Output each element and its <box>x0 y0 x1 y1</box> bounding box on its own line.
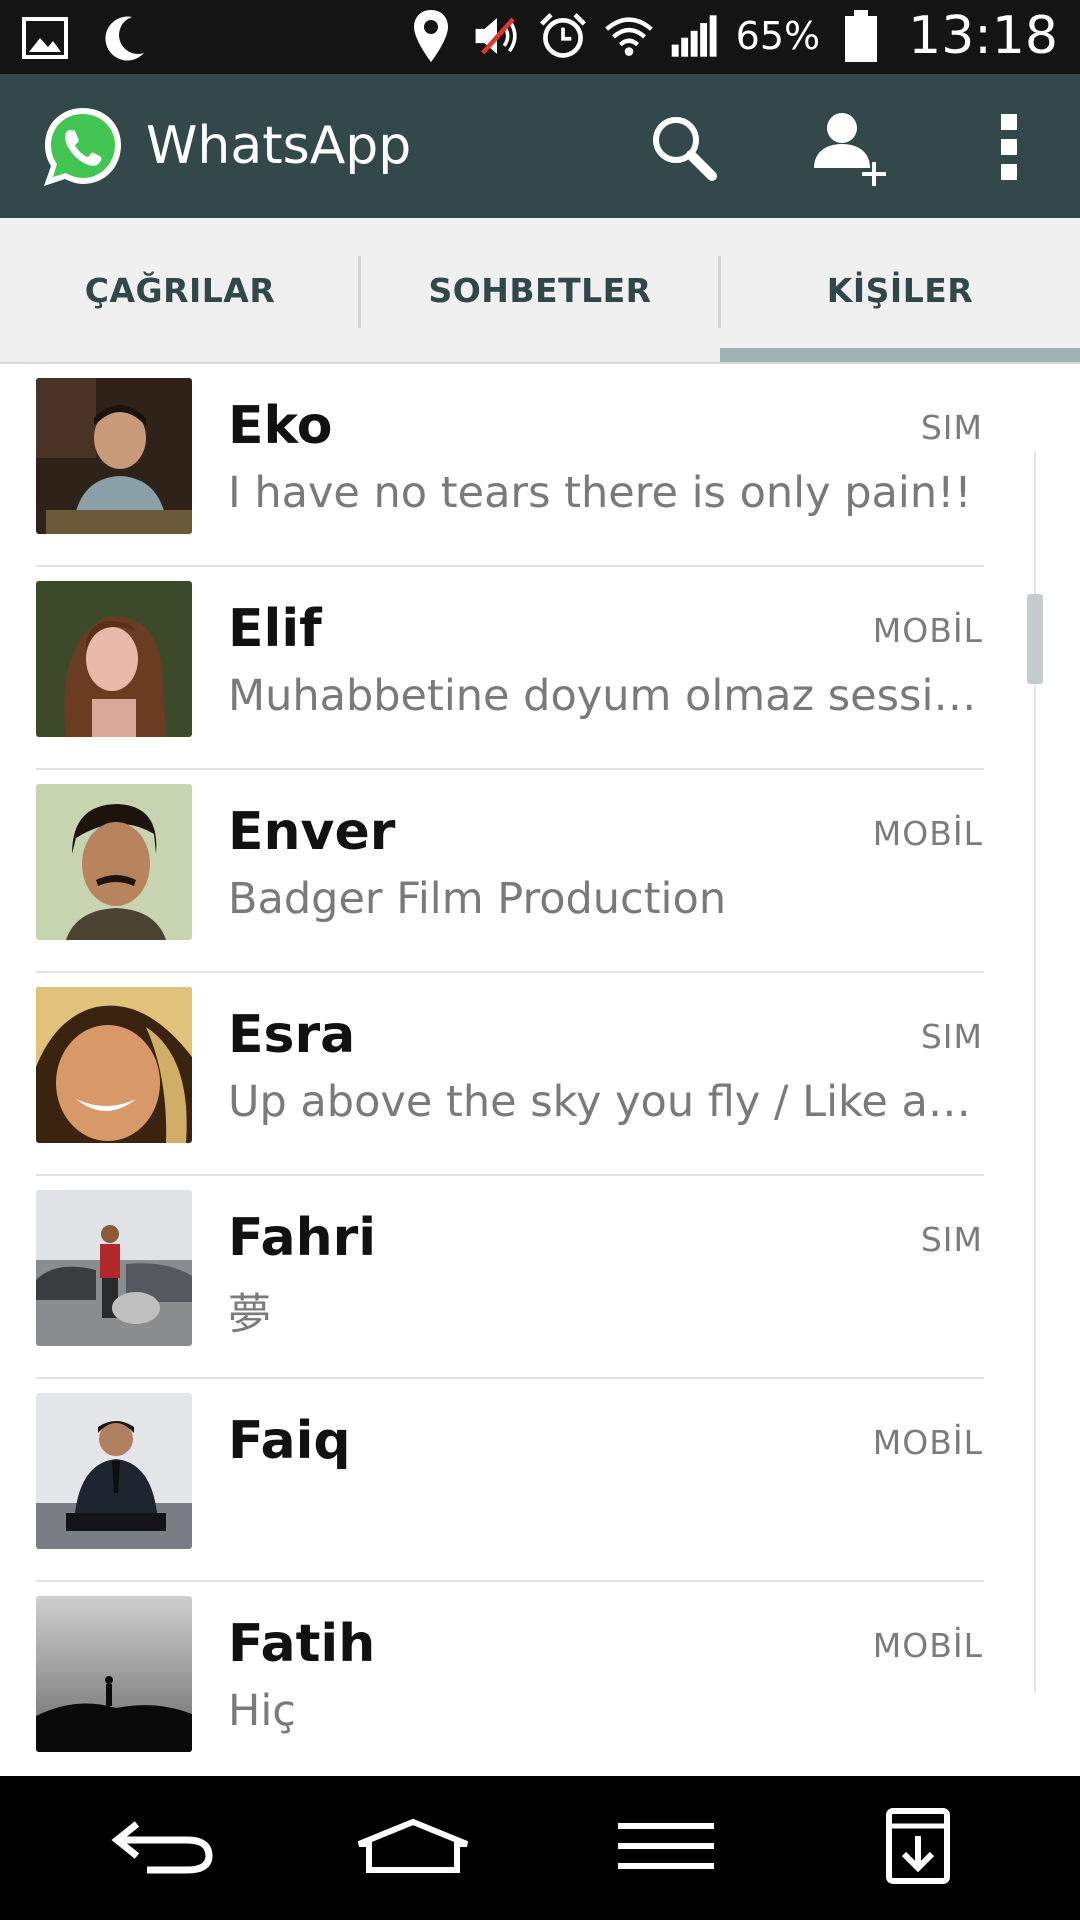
contact-row[interactable]: Elif MOBİL Muhabbetine doyum olmaz sessi… <box>0 567 1080 770</box>
search-icon <box>648 112 718 186</box>
signal-icon <box>670 8 720 64</box>
back-button[interactable] <box>92 1798 232 1898</box>
contact-name: Eko <box>228 396 333 456</box>
battery-icon <box>836 8 886 64</box>
menu-icon <box>618 1821 714 1875</box>
overflow-menu-button[interactable] <box>964 104 1054 194</box>
phone-type-label: MOBİL <box>872 611 983 650</box>
contact-list[interactable]: Eko SIM I have no tears there is only pa… <box>0 364 1080 1774</box>
contact-name: Fahri <box>228 1208 377 1268</box>
muted-icon <box>472 8 522 64</box>
contact-status: Badger Film Production <box>228 874 727 924</box>
system-nav-bar <box>0 1776 1080 1920</box>
clock: 13:18 <box>908 6 1058 66</box>
contact-row[interactable]: Esra SIM Up above the sky you fly / Like… <box>0 973 1080 1176</box>
tab-calls[interactable]: ÇAĞRILAR <box>0 218 360 362</box>
avatar[interactable] <box>36 378 192 534</box>
contact-row[interactable]: Eko SIM I have no tears there is only pa… <box>0 364 1080 567</box>
avatar[interactable] <box>36 987 192 1143</box>
download-button[interactable] <box>848 1798 988 1898</box>
tab-contacts[interactable]: KİŞİLER <box>720 218 1080 362</box>
contact-status: Muhabbetine doyum olmaz sessizliğine doy… <box>228 671 983 721</box>
menu-button[interactable] <box>596 1798 736 1898</box>
back-icon <box>107 1816 217 1880</box>
contact-name: Fatih <box>228 1614 376 1674</box>
whatsapp-logo-icon <box>40 104 126 190</box>
phone-type-label: MOBİL <box>872 1626 983 1665</box>
home-icon <box>353 1818 473 1878</box>
wifi-icon <box>604 8 654 64</box>
phone-type-label: SIM <box>920 408 983 447</box>
avatar[interactable] <box>36 1596 192 1752</box>
location-icon <box>406 8 456 64</box>
contact-status: Up above the sky you fly / Like a tea tr… <box>228 1077 983 1127</box>
battery-percent: 65% <box>735 14 821 58</box>
phone-type-label: MOBİL <box>872 814 983 853</box>
phone-type-label: SIM <box>920 1017 983 1056</box>
phone-type-label: MOBİL <box>872 1423 983 1462</box>
app-bar: WhatsApp <box>0 74 1080 218</box>
contact-name: Esra <box>228 1005 356 1065</box>
moon-icon <box>100 10 150 66</box>
home-button[interactable] <box>343 1798 483 1898</box>
contact-name: Elif <box>228 599 322 659</box>
contact-name: Enver <box>228 802 396 862</box>
avatar[interactable] <box>36 784 192 940</box>
contact-status: Hiç <box>228 1686 296 1736</box>
contact-row[interactable]: Enver MOBİL Badger Film Production <box>0 770 1080 973</box>
contact-row[interactable]: Faiq MOBİL <box>0 1379 1080 1582</box>
contact-row[interactable]: Fahri SIM 夢 <box>0 1176 1080 1379</box>
phone-type-label: SIM <box>920 1220 983 1259</box>
add-contact-button[interactable] <box>806 104 896 194</box>
search-button[interactable] <box>638 104 728 194</box>
alarm-icon <box>538 8 588 64</box>
contact-row[interactable]: Fatih MOBİL Hiç <box>0 1582 1080 1774</box>
download-icon <box>886 1808 950 1888</box>
contact-status: I have no tears there is only pain!! <box>228 468 972 518</box>
overflow-menu-icon <box>997 112 1021 186</box>
tab-chats[interactable]: SOHBETLER <box>360 218 720 362</box>
status-bar: 65% 13:18 <box>0 0 1080 74</box>
image-icon <box>20 10 70 66</box>
contact-name: Faiq <box>228 1411 351 1471</box>
tab-selected-indicator <box>720 348 1080 362</box>
app-title: WhatsApp <box>146 116 412 176</box>
add-contact-icon <box>808 104 894 194</box>
avatar[interactable] <box>36 581 192 737</box>
contact-status: 夢 <box>228 1290 271 1340</box>
avatar[interactable] <box>36 1393 192 1549</box>
tab-bar: ÇAĞRILAR SOHBETLER KİŞİLER <box>0 218 1080 364</box>
avatar[interactable] <box>36 1190 192 1346</box>
